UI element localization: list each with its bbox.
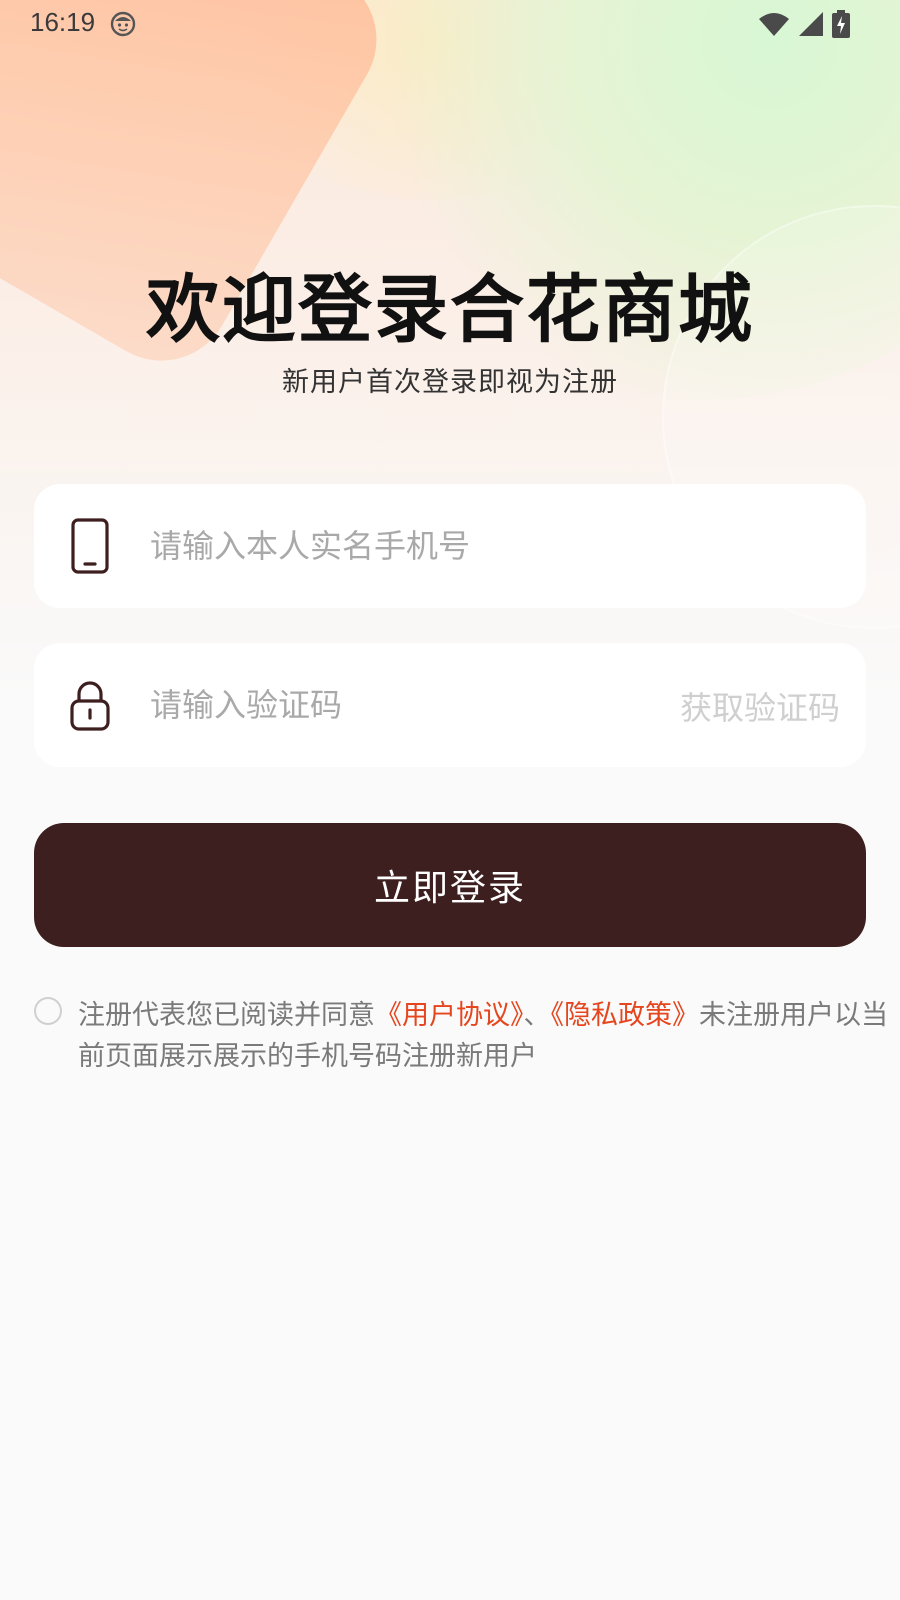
login-button[interactable]: 立即登录 — [34, 823, 866, 947]
wifi-icon — [759, 13, 789, 36]
lock-icon — [70, 681, 110, 731]
user-agreement-link[interactable]: 《用户协议》 — [375, 1000, 524, 1031]
agreement-text: 注册代表您已阅读并同意《用户协议》、《隐私政策》未注册用户以当前页面展示展示的手… — [78, 995, 898, 1077]
status-bar: 16:19 — [0, 0, 900, 46]
signal-icon — [799, 12, 823, 36]
phone-field[interactable] — [34, 484, 866, 608]
phone-input[interactable] — [150, 514, 670, 578]
status-time: 16:19 — [30, 7, 96, 37]
notification-face-icon — [110, 11, 136, 37]
agreement-separator: 、 — [523, 1000, 551, 1031]
agreement-checkbox[interactable] — [34, 997, 62, 1025]
phone-icon — [71, 518, 109, 574]
code-input[interactable] — [150, 673, 670, 737]
page-subtitle: 新用户首次登录即视为注册 — [282, 367, 618, 398]
code-field[interactable]: 获取验证码 — [34, 643, 866, 767]
get-code-button[interactable]: 获取验证码 — [680, 683, 840, 729]
battery-charging-icon — [832, 10, 850, 38]
privacy-policy-link[interactable]: 《隐私政策》 — [551, 1000, 700, 1031]
agreement-prefix: 注册代表您已阅读并同意 — [78, 1000, 375, 1031]
status-icons — [758, 10, 850, 38]
page-title: 欢迎登录合花商城 — [146, 267, 754, 353]
